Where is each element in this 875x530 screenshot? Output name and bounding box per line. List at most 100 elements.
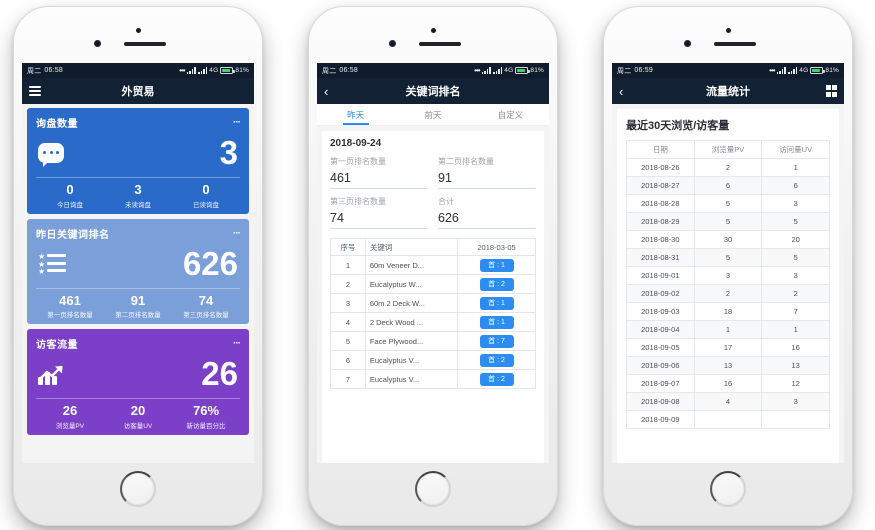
signal-bars-2-icon [787, 67, 798, 74]
tab-day-before[interactable]: 前天 [394, 104, 471, 125]
stat-item: 0 已读询盘 [172, 182, 240, 209]
home-button[interactable] [710, 471, 746, 507]
proximity-sensor-icon [725, 28, 731, 33]
table-row[interactable]: 2018-08-30 30 20 [626, 230, 830, 249]
grid-view-button[interactable] [825, 78, 837, 104]
stat-label: 第一页排名数量 [47, 312, 93, 320]
table-row[interactable]: 2018-09-07 16 12 [626, 374, 830, 393]
phone-bottom-bezel [309, 461, 557, 525]
table-row[interactable]: 2018-08-26 2 1 [626, 158, 830, 177]
cell-uv: 5 [761, 212, 830, 231]
table-row[interactable]: 4 2 Deck Wood ... 首 : 1 [330, 312, 536, 332]
table-row[interactable]: 2018-09-09 [626, 410, 830, 429]
metric-value: 626 [438, 211, 459, 225]
table-row[interactable]: 2018-08-31 5 5 [626, 248, 830, 267]
table-row[interactable]: 2018-08-28 5 3 [626, 194, 830, 213]
cell-date: 2018-09-06 [626, 356, 695, 375]
table-row[interactable]: 7 Eucalyptus V... 首 : 2 [330, 369, 536, 389]
cell-date: 2018-08-28 [626, 194, 695, 213]
signal-dots-icon: ••• [179, 66, 185, 75]
cell-date: 2018-09-09 [626, 410, 695, 429]
metrics-grid: 第一页排名数量 461 第二页排名数量 91 第三页排名数量 74 合计 626 [330, 156, 536, 236]
cell-rank: 首 : 1 [457, 312, 536, 332]
table-row[interactable]: 5 Face Plywood... 首 : 7 [330, 331, 536, 351]
table-row[interactable]: 2018-09-08 4 3 [626, 392, 830, 411]
card-more-button[interactable]: ··· [233, 338, 241, 349]
nav-bar: ‹ 流量统计 [612, 78, 844, 104]
table-row[interactable]: 2018-09-04 1 1 [626, 320, 830, 339]
signal-dots-icon: ••• [474, 66, 480, 75]
table-row[interactable]: 2018-09-02 2 2 [626, 284, 830, 303]
metric-value: 74 [330, 211, 344, 225]
nav-bar: ‹ 关键词排名 [317, 78, 549, 104]
menu-button[interactable] [29, 78, 41, 104]
battery-percent: 81% [235, 67, 249, 74]
battery-icon [810, 67, 825, 74]
metric-page3: 第三页排名数量 74 [330, 196, 428, 229]
phone-bottom-bezel [14, 461, 262, 525]
home-button[interactable] [120, 471, 156, 507]
table-row[interactable]: 2018-09-01 3 3 [626, 266, 830, 285]
stat-value: 3 [134, 182, 142, 197]
stat-item: 0 今日询盘 [36, 182, 104, 209]
card-title: 询盘数量 [36, 119, 78, 130]
card-visitor-traffic[interactable]: 访客流量 ··· 26 26 浏览量PV 20 访客量UV 76% 新访量百分比 [27, 329, 249, 435]
table-row[interactable]: 2 Eucalyptus W... 首 : 2 [330, 274, 536, 294]
stat-value: 26 [62, 403, 78, 419]
cell-index: 7 [330, 369, 366, 389]
card-header: 询盘数量 ··· [36, 115, 241, 130]
table-row[interactable]: 3 60m 2 Deck W... 首 : 1 [330, 293, 536, 313]
card-value: 26 [201, 355, 238, 393]
signal-bars-icon [186, 67, 196, 74]
stat-value: 74 [198, 292, 214, 308]
table-row[interactable]: 6 Eucalyptus V... 首 : 2 [330, 350, 536, 370]
table-row[interactable]: 2018-09-03 18 7 [626, 302, 830, 321]
cell-pv: 1 [693, 320, 763, 339]
status-time: 06:58 [44, 67, 63, 74]
table-row[interactable]: 2018-08-29 5 5 [626, 212, 830, 231]
tab-custom[interactable]: 自定义 [472, 104, 549, 125]
screenshot-stage: 周二 06:58 ••• 4G 81% 外贸易 询盘数量 ··· 3 0 今日询… [0, 0, 875, 530]
card-footer-stats: 26 浏览量PV 20 访客量UV 76% 新访量百分比 [36, 398, 240, 430]
table-row[interactable]: 1 60m Veneer D... 首 : 1 [330, 255, 536, 275]
keyword-ranking-card: 2018-09-24 第一页排名数量 461 第二页排名数量 91 第三页排名数… [322, 131, 544, 463]
table-row[interactable]: 2018-08-27 6 6 [626, 176, 830, 195]
tab-bar: 昨天 前天 自定义 [317, 104, 549, 126]
phone-top-bezel [14, 7, 262, 65]
cell-date: 2018-08-26 [626, 158, 695, 177]
cell-rank: 首 : 7 [457, 331, 536, 351]
tab-yesterday[interactable]: 昨天 [317, 104, 394, 125]
back-button[interactable]: ‹ [619, 78, 623, 104]
back-button[interactable]: ‹ [324, 78, 328, 104]
cell-rank: 首 : 2 [457, 369, 536, 389]
rank-badge: 首 : 1 [479, 296, 514, 310]
battery-percent: 81% [530, 67, 544, 74]
stat-item: 3 未读询盘 [104, 182, 172, 209]
stat-label: 第三页排名数量 [183, 312, 229, 320]
cell-date: 2018-09-04 [626, 320, 695, 339]
card-inquiry-count[interactable]: 询盘数量 ··· 3 0 今日询盘 3 未读询盘 0 已读询盘 [27, 108, 249, 214]
dashboard-body: 询盘数量 ··· 3 0 今日询盘 3 未读询盘 0 已读询盘 昨日关键词排名 … [22, 104, 254, 463]
card-header: 访客流量 ··· [36, 336, 241, 351]
cell-rank: 首 : 2 [457, 350, 536, 370]
home-button[interactable] [415, 471, 451, 507]
earpiece-speaker [714, 42, 756, 46]
hamburger-icon [29, 86, 41, 96]
stat-label: 第二页排名数量 [115, 312, 161, 320]
table-row[interactable]: 2018-09-05 17 16 [626, 338, 830, 357]
card-keyword-ranking[interactable]: 昨日关键词排名 ··· ★ ★ ★ 626 461 第一页排名数量 91 第二页… [27, 218, 249, 325]
trend-arrow-icon [39, 365, 63, 380]
card-more-button[interactable]: ··· [233, 117, 241, 128]
cell-date: 2018-08-29 [626, 212, 695, 231]
cell-index: 2 [330, 274, 366, 294]
signal-dots-icon: ••• [769, 66, 775, 75]
rank-badge: 首 : 7 [479, 334, 514, 348]
cell-pv: 13 [693, 356, 763, 375]
cell-uv: 16 [761, 338, 830, 357]
phone-device-keyword-ranking: 周二 06:58 ••• 4G 81% ‹ 关键词排名 昨天 前天 自定义 20… [308, 6, 558, 526]
traffic-table: 日期 浏览量PV 访问量UV 2018-08-26 2 1 2018-08-27 6 6… [626, 140, 830, 429]
chevron-left-icon: ‹ [324, 83, 329, 99]
table-row[interactable]: 2018-09-06 13 13 [626, 356, 830, 375]
stat-value: 0 [66, 182, 74, 197]
card-more-button[interactable]: ··· [233, 228, 241, 239]
